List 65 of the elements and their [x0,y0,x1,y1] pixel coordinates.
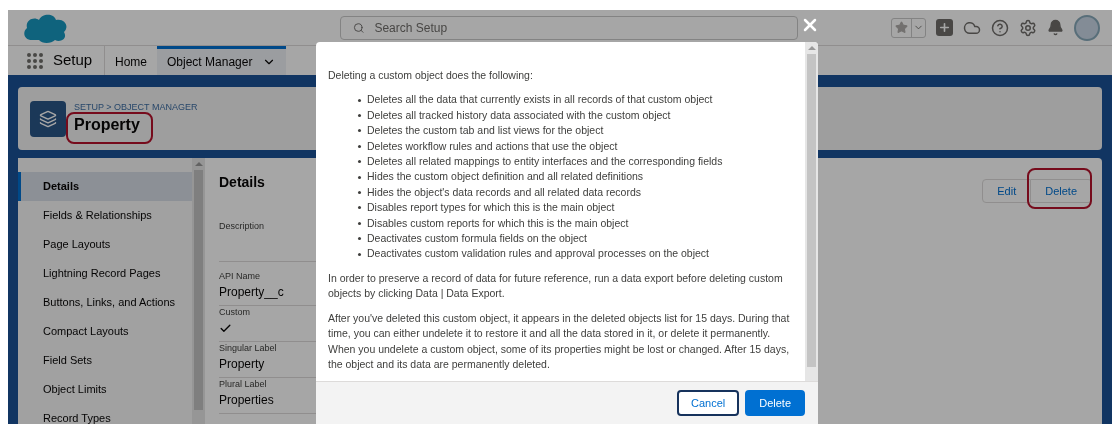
action-button[interactable]: Delete [1031,179,1092,204]
search-field[interactable]: Search Setup [340,15,798,40]
field-label: Custom [219,306,250,320]
bullet-icon [358,98,361,102]
sidebar-item[interactable]: Compact Layouts [18,317,192,346]
help-icon[interactable] [991,18,1009,37]
dialog-button[interactable]: Cancel [676,390,740,416]
list-item: Deletes all tracked history data associated with the custom object [367,107,671,123]
app-launcher-icon[interactable] [26,51,44,70]
sidebar-item[interactable]: Lightning Record Pages [18,259,192,288]
field-value: Property__c [219,284,284,302]
layers-icon [30,100,66,137]
nav-tab[interactable]: Object Manager [157,46,287,75]
bullet-icon [358,175,361,179]
list-item: Deletes the custom tab and list views for the object [367,123,604,139]
add-icon[interactable] [936,19,953,36]
bullet-icon [358,160,361,164]
bullet-icon [358,129,361,133]
sidebar-item[interactable]: Page Layouts [18,230,192,259]
avatar[interactable] [1074,14,1100,41]
breadcrumb[interactable]: SETUP > OBJECT MANAGER [74,100,198,113]
list-item: Disables report types for which this is the main object [367,200,615,216]
intro-text: Deleting a custom object does the following: [328,68,534,83]
sidebar-item[interactable]: Record Types [18,404,192,424]
app-name: Setup [53,50,94,71]
bullet-icon [358,252,361,256]
field-label: Singular Label [219,342,277,356]
sidebar-item[interactable]: Field Sets [18,346,192,375]
bullet-icon [358,191,361,195]
list-item: Hides the custom object definition and all related definitions [367,169,644,185]
dialog-button[interactable]: Delete [745,390,805,416]
paragraph: After you've deleted this custom object, it appears in the deleted objects list for 15 days. During that time, you can either undelete it to restore it and all the data stored in it, or delete it permanently. When you undelete a custom object, some of its properties might be lost or changed. After 15 days, the object and its data are permanently deleted. [328,310,791,372]
field-label: Description [219,220,265,234]
bullet-icon [358,144,361,148]
list-item: Deactivates custom formula fields on the object [367,231,588,247]
bullet-icon [358,221,361,225]
bullet-icon [358,237,361,241]
sidebar-item[interactable]: Details [18,172,192,201]
star-icon [895,21,908,34]
list-item: Deletes workflow rules and actions that use the object [367,138,618,154]
scrollbar[interactable] [805,42,818,381]
list-item: Disables custom reports for which this is the main object [367,215,629,231]
paragraph: In order to preserve a record of data for future reference, run a data export before deleting custom objects by clicking Data | Data Export. [328,270,784,302]
field-label: Plural Label [219,378,267,392]
field-value: Property [219,356,265,374]
action-button[interactable]: Edit [982,179,1032,204]
section-heading: Details [219,173,265,192]
settings-icon[interactable] [1019,18,1037,37]
sidebar-item[interactable]: Fields & Relationships [18,201,192,230]
bell-icon[interactable] [1047,19,1064,36]
field-label: API Name [219,270,260,284]
favorites-button[interactable] [891,17,926,38]
list-item: Hides the object's data records and all related data records [367,184,641,200]
sidebar-item[interactable]: Object Limits [18,375,192,404]
bullet-icon [358,206,361,210]
bullet-icon [358,114,361,117]
list-item: Deactivates custom validation rules and approval processes on the object [367,246,710,262]
nav-tab[interactable]: Home [105,46,157,75]
scrollbar[interactable] [192,158,205,424]
sidebar-item[interactable]: Buttons, Links, and Actions [18,288,192,317]
field-value: Properties [219,392,274,410]
search-icon [353,21,365,34]
list-item: Deletes all related mappings to entity interfaces and the corresponding fields [367,154,723,170]
list-item: Deletes all the data that currently exists in all records of that custom object [367,92,713,108]
object-title: Property [74,115,140,133]
